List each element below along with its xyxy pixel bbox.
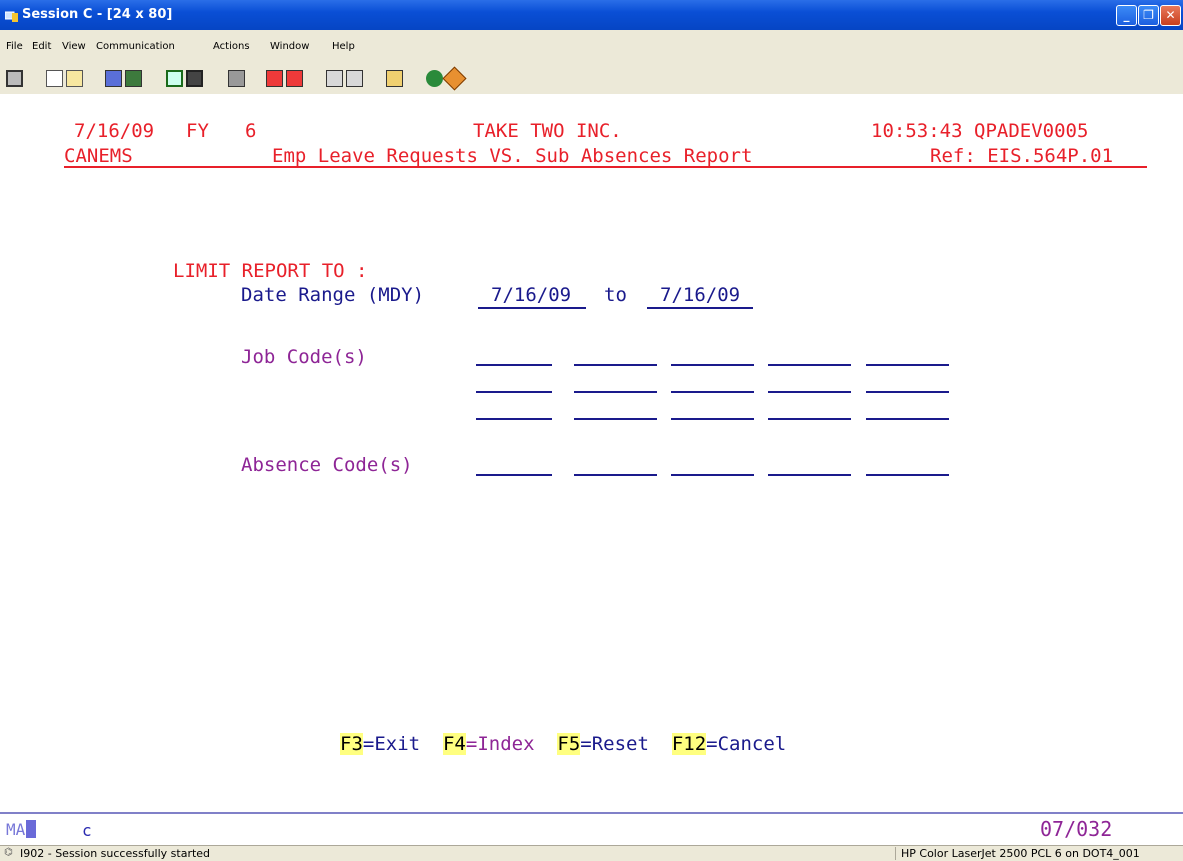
absence-code-field[interactable]: [574, 474, 657, 476]
transfer-icon[interactable]: [326, 70, 343, 87]
job-code-field[interactable]: [768, 391, 851, 393]
date-from-field[interactable]: [478, 307, 586, 309]
job-code-field[interactable]: [671, 391, 754, 393]
oia-mode: MA: [6, 819, 37, 841]
monitor-icon[interactable]: [186, 70, 203, 87]
f5-key[interactable]: F5=Reset: [557, 733, 649, 755]
session-status-icon: ⌬: [4, 847, 13, 858]
menu-help[interactable]: Help: [332, 41, 355, 52]
absence-code-field[interactable]: [768, 474, 851, 476]
f4-key[interactable]: F4=Index: [442, 733, 535, 755]
job-code-field[interactable]: [476, 391, 552, 393]
job-codes-label: Job Code(s): [241, 346, 367, 368]
operator-info-area: MA c 07/032: [0, 812, 1183, 847]
job-code-field[interactable]: [574, 391, 657, 393]
job-code-field[interactable]: [768, 418, 851, 420]
menu-actions[interactable]: Actions: [213, 41, 250, 52]
window-title: Session C - [24 x 80]: [22, 7, 173, 22]
absence-code-field[interactable]: [866, 474, 949, 476]
copy-icon[interactable]: [46, 70, 63, 87]
job-code-field[interactable]: [476, 364, 552, 366]
job-code-field[interactable]: [574, 418, 657, 420]
date-to-input[interactable]: 7/16/09: [660, 284, 740, 306]
form-area: LIMIT REPORT TO : Date Range (MDY) 7/16/…: [0, 94, 1183, 812]
f12-key[interactable]: F12=Cancel: [671, 733, 786, 755]
job-code-field[interactable]: [768, 364, 851, 366]
menu-file[interactable]: File: [6, 41, 23, 52]
cursor-position: 07/032: [1040, 817, 1113, 841]
absence-code-field[interactable]: [671, 474, 754, 476]
job-code-field[interactable]: [476, 418, 552, 420]
paste-icon[interactable]: [66, 70, 83, 87]
cursor-block: [26, 820, 37, 838]
f3-key[interactable]: F3=Exit: [340, 733, 420, 755]
globe-icon[interactable]: [426, 70, 443, 87]
menu-window[interactable]: Window: [270, 41, 309, 52]
status-bar: ⌬ I902 - Session successfully started HP…: [0, 845, 1183, 861]
print-icon[interactable]: [228, 70, 245, 87]
restore-icon: ❐: [1143, 8, 1154, 22]
date-to-field[interactable]: [647, 307, 753, 309]
restore-button[interactable]: ❐: [1138, 5, 1159, 26]
display-icon[interactable]: [6, 70, 23, 87]
title-bar[interactable]: Session C - [24 x 80] _ ❐ ✕: [0, 0, 1183, 30]
oia-indicator: c: [82, 821, 92, 840]
job-code-field[interactable]: [671, 364, 754, 366]
menu-bar: File Edit View Communication Actions Win…: [0, 30, 1183, 60]
date-range-label: Date Range (MDY): [241, 284, 425, 306]
screen-icon[interactable]: [166, 70, 183, 87]
absence-code-field[interactable]: [476, 474, 552, 476]
status-message: I902 - Session successfully started: [20, 847, 211, 860]
close-button[interactable]: ✕: [1160, 5, 1181, 26]
session-app-icon[interactable]: [4, 8, 19, 22]
job-code-field[interactable]: [574, 364, 657, 366]
job-code-field[interactable]: [866, 364, 949, 366]
record-macro-icon[interactable]: [266, 70, 283, 87]
job-code-field[interactable]: [866, 391, 949, 393]
close-icon: ✕: [1165, 8, 1176, 22]
send-icon[interactable]: [105, 70, 122, 87]
to-label: to: [604, 284, 627, 306]
job-code-field[interactable]: [671, 418, 754, 420]
job-code-field[interactable]: [866, 418, 949, 420]
printer-name: HP Color LaserJet 2500 PCL 6 on DOT4_001: [895, 847, 1140, 860]
menu-view[interactable]: View: [62, 41, 86, 52]
date-from-input[interactable]: 7/16/09: [491, 284, 571, 306]
limit-label: LIMIT REPORT TO :: [173, 260, 368, 282]
minimize-icon: _: [1123, 8, 1130, 22]
playback-macro-icon[interactable]: [286, 70, 303, 87]
absence-codes-label: Absence Code(s): [241, 454, 413, 476]
transfer-settings-icon[interactable]: [346, 70, 363, 87]
clipboard-icon[interactable]: [386, 70, 403, 87]
receive-icon[interactable]: [125, 70, 142, 87]
menu-edit[interactable]: Edit: [32, 41, 51, 52]
menu-communication[interactable]: Communication: [96, 41, 175, 52]
function-keys: F3=Exit F4=Index F5=Reset F12=Cancel: [340, 733, 786, 755]
minimize-button[interactable]: _: [1116, 5, 1137, 26]
